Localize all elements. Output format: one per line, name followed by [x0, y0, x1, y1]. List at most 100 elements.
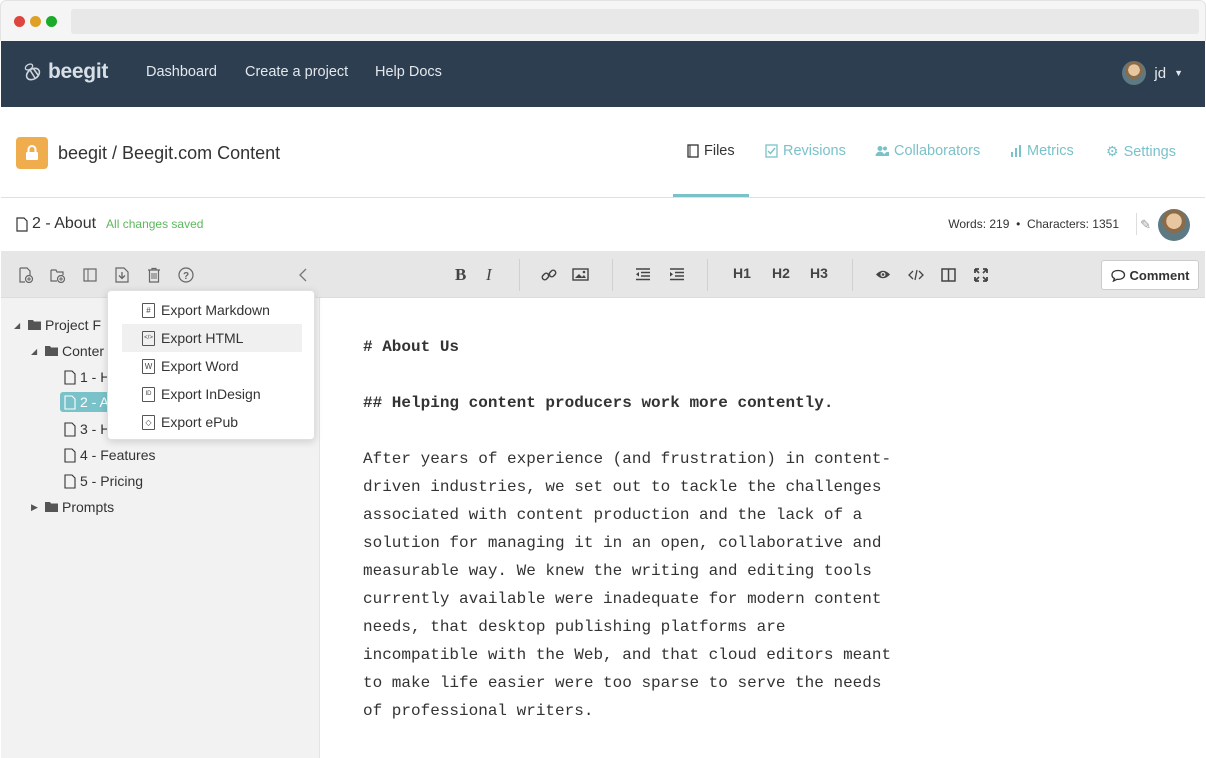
comment-icon — [1110, 269, 1125, 282]
tree-root[interactable]: ◢ Project F — [14, 317, 101, 333]
tree-item[interactable]: 4 - Features — [64, 447, 155, 463]
comment-button-label: Comment — [1129, 267, 1190, 283]
copy-icon[interactable] — [82, 267, 98, 283]
tree-item[interactable]: 3 - H — [64, 421, 110, 437]
menu-item-label: Export Word — [161, 358, 239, 374]
menu-item-label: Export ePub — [161, 414, 239, 430]
menu-item-label: Export HTML — [161, 330, 244, 346]
caret-down-icon[interactable]: ◢ — [14, 321, 24, 330]
menu-item-label: Export InDesign — [161, 386, 261, 402]
username: jd — [1154, 64, 1167, 82]
files-icon — [687, 144, 699, 158]
author-avatar[interactable] — [1158, 209, 1190, 241]
nav-create-project[interactable]: Create a project — [245, 64, 348, 80]
word-count: Words: 219 • Characters: 1351 — [948, 217, 1119, 231]
h3-button[interactable]: H3 — [810, 265, 828, 281]
tab-files[interactable]: Files — [687, 143, 735, 159]
code-icon[interactable] — [908, 269, 924, 281]
divider — [519, 259, 520, 291]
italic-button[interactable]: I — [486, 265, 492, 285]
document-icon — [64, 473, 76, 489]
user-avatar — [1122, 61, 1147, 85]
bar-chart-icon — [1011, 145, 1021, 157]
project-title: beegit / Beegit.com Content — [58, 143, 281, 163]
close-window-button[interactable] — [14, 16, 25, 27]
lock-icon — [16, 137, 48, 169]
editor-heading-2: ## Helping content producers work more c… — [363, 394, 834, 412]
link-icon[interactable] — [541, 267, 557, 283]
export-icon[interactable] — [114, 267, 130, 283]
browser-chrome — [0, 0, 1206, 41]
new-file-icon[interactable] — [18, 267, 34, 283]
tree-item-label: 1 - H — [80, 369, 111, 385]
menu-item-export-indesign[interactable]: ID Export InDesign — [122, 380, 302, 408]
menu-item-export-markdown[interactable]: # Export Markdown — [122, 296, 302, 324]
tab-collaborators-label: Collaborators — [894, 143, 981, 159]
indent-icon[interactable] — [669, 268, 685, 281]
menu-item-export-word[interactable]: W Export Word — [122, 352, 302, 380]
tab-metrics[interactable]: Metrics — [1010, 143, 1074, 159]
divider — [612, 259, 613, 291]
eye-icon[interactable] — [875, 269, 891, 280]
gear-icon: ⚙ — [1106, 143, 1119, 159]
tree-item-selected[interactable]: 2 - A — [60, 392, 113, 412]
folder-icon — [28, 317, 41, 333]
revisions-icon — [765, 144, 778, 158]
caret-right-icon[interactable]: ▶ — [31, 502, 41, 513]
new-folder-icon[interactable] — [50, 267, 66, 283]
h2-button[interactable]: H2 — [772, 265, 790, 281]
file-bar: 2 - About All changes saved Words: 219 •… — [1, 199, 1205, 251]
tree-folder-prompts[interactable]: ▶ Prompts — [31, 499, 114, 515]
active-tab-indicator — [673, 194, 749, 197]
tree-item-label: 3 - H — [80, 421, 111, 437]
bold-button[interactable]: B — [455, 265, 466, 285]
tab-revisions[interactable]: Revisions — [765, 143, 846, 159]
editor-heading-1: # About Us — [363, 338, 460, 356]
minimize-window-button[interactable] — [30, 16, 41, 27]
help-icon[interactable]: ? — [178, 267, 194, 283]
tree-item[interactable]: 5 - Pricing — [64, 473, 143, 489]
editor-toolbar: B I H1 H2 H3 Comment — [320, 251, 1205, 298]
tab-settings[interactable]: ⚙ Settings — [1106, 143, 1176, 160]
tab-collaborators[interactable]: Collaborators — [875, 143, 980, 159]
chevron-down-icon: ▼ — [1174, 68, 1183, 78]
tree-folder-label: Conter — [62, 343, 105, 359]
tab-files-label: Files — [704, 143, 735, 159]
users-icon — [875, 146, 889, 156]
trash-icon[interactable] — [146, 267, 162, 283]
h1-button[interactable]: H1 — [733, 265, 751, 281]
epub-icon: ◇ — [142, 414, 155, 430]
word-icon: W — [142, 358, 155, 374]
nav-dashboard[interactable]: Dashboard — [146, 64, 217, 80]
folder-icon — [45, 343, 58, 359]
comment-button[interactable]: Comment — [1101, 260, 1199, 290]
address-bar[interactable] — [71, 9, 1199, 34]
beegit-logo[interactable]: beegit — [20, 60, 108, 84]
save-status: All changes saved — [106, 217, 204, 231]
tree-item[interactable]: 1 - H — [64, 369, 110, 385]
document-icon — [64, 369, 76, 385]
menu-item-export-epub[interactable]: ◇ Export ePub — [122, 408, 302, 436]
menu-item-export-html[interactable]: </> Export HTML — [122, 324, 302, 352]
caret-down-icon[interactable]: ◢ — [31, 347, 41, 356]
divider — [852, 259, 853, 291]
file-title: 2 - About All changes saved — [16, 215, 203, 233]
logo-text: beegit — [48, 60, 109, 83]
svg-text:?: ? — [183, 271, 189, 282]
fullscreen-icon[interactable] — [974, 268, 988, 282]
nav-help-docs[interactable]: Help Docs — [375, 64, 442, 80]
menu-item-label: Export Markdown — [161, 302, 270, 318]
tree-folder-label: Prompts — [62, 499, 115, 515]
user-menu[interactable]: jd ▼ — [1122, 61, 1183, 85]
split-view-icon[interactable] — [941, 268, 956, 282]
file-name[interactable]: 2 - About — [32, 215, 96, 233]
document-icon — [64, 447, 76, 463]
image-icon[interactable] — [572, 268, 589, 281]
bee-icon — [24, 63, 41, 81]
divider — [707, 259, 708, 291]
maximize-window-button[interactable] — [46, 16, 57, 27]
outdent-icon[interactable] — [635, 268, 651, 281]
collapse-sidebar-icon[interactable] — [295, 267, 311, 283]
tab-metrics-label: Metrics — [1027, 143, 1074, 159]
tree-folder-content[interactable]: ◢ Conter — [31, 343, 104, 359]
